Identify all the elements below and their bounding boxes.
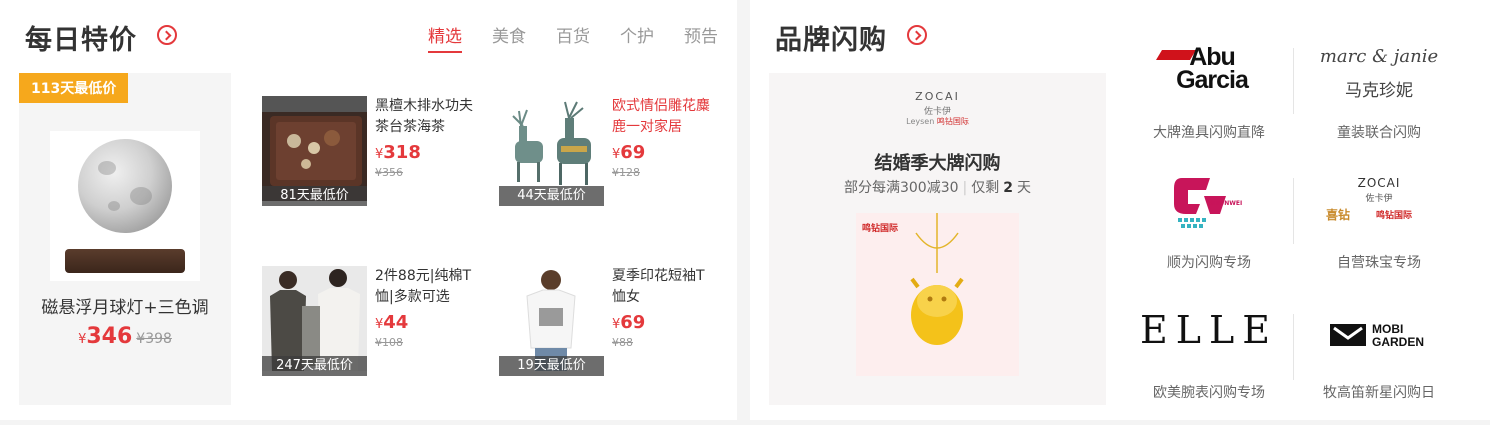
zocai-logo: ZOCAI (915, 90, 960, 103)
lowest-price-badge: 44天最低价 (499, 186, 604, 206)
price-value: 44 (383, 312, 409, 333)
brand-main-image[interactable]: 鸣钻国际 (856, 213, 1019, 376)
product-name[interactable]: 黑檀木排水功夫茶台茶海茶 (375, 96, 473, 138)
brand-cell-mobi-garden[interactable]: MOBI GARDEN 牧高笛新星闪购日 (1304, 306, 1454, 416)
old-price: ¥398 (136, 331, 172, 347)
brand-cell-elle[interactable]: ELLE 欧美腕表闪购专场 (1134, 306, 1284, 416)
marc-janie-logo-text: marc & janie (1319, 46, 1439, 67)
brand-main-title[interactable]: 结婚季大牌闪购 (769, 149, 1106, 175)
brand-main-subtitle: 部分每满300减30 | 仅剩 2 天 (843, 180, 1031, 196)
daily-deals-panel: 每日特价 精选 美食 百货 个护 预告 113天最低价 磁悬浮月球灯+三色调 ¥… (0, 0, 737, 420)
price-value: 69 (620, 312, 646, 333)
abu-garcia-logo-text: Abu Garcia (1176, 43, 1249, 94)
leysen-logo: Leysen (906, 117, 935, 126)
price-value: 69 (620, 142, 646, 163)
featured-product-card[interactable]: 113天最低价 磁悬浮月球灯+三色调 ¥346 ¥398 (19, 73, 231, 405)
product-card[interactable]: 44天最低价 欧式情侣雕花麋鹿一对家居 ¥69 ¥128 (499, 96, 719, 206)
remaining-days: 2 (1003, 180, 1013, 196)
lowest-price-badge: 247天最低价 (262, 356, 367, 376)
shunwei-logo: SHUNWEI (1134, 176, 1284, 242)
product-price: ¥69 (612, 142, 645, 163)
brand-cell-name[interactable]: 自营珠宝专场 (1304, 252, 1454, 272)
featured-product-price: ¥346 ¥398 (19, 324, 231, 349)
product-card[interactable]: 81天最低价 黑檀木排水功夫茶台茶海茶 ¥318 ¥356 (262, 96, 482, 206)
zocai-logo-cn: 佐卡伊 (1365, 194, 1393, 204)
tab-preview[interactable]: 预告 (684, 22, 718, 51)
lowest-price-badge: 19天最低价 (499, 356, 604, 376)
brand-cell-zocai[interactable]: ZOCAI 佐卡伊 喜钻 鸣钻国际 自营珠宝专场 (1304, 176, 1454, 286)
elle-logo: ELLE (1134, 306, 1284, 372)
mobi-garden-logo: MOBI GARDEN (1304, 306, 1454, 372)
tab-selected[interactable]: 精选 (428, 22, 462, 53)
old-price: ¥88 (612, 336, 633, 349)
marc-janie-logo-cn: 马克珍妮 (1345, 81, 1413, 101)
zocai-logo-text: ZOCAI (1357, 176, 1401, 190)
brand-cell-shunwei[interactable]: SHUNWEI 顺为闪购专场 (1134, 176, 1284, 286)
mingzuan-logo: 鸣钻国际 (936, 117, 969, 126)
brand-flash-more-icon[interactable] (907, 25, 927, 45)
daily-deals-tabs: 精选 美食 百货 个护 预告 (428, 22, 718, 53)
mingzuan-logo: 鸣钻国际 (1376, 211, 1413, 221)
brand-cell-name[interactable]: 欧美腕表闪购专场 (1134, 382, 1284, 402)
days-unit: 天 (1017, 180, 1031, 196)
product-card[interactable]: 19天最低价 夏季印花短袖T恤女 ¥69 ¥88 (499, 266, 719, 376)
tab-food[interactable]: 美食 (492, 22, 526, 51)
mobi-garden-logo-text: MOBI GARDEN (1372, 322, 1425, 349)
elle-logo-text: ELLE (1140, 308, 1278, 352)
brand-main-card[interactable]: ZOCAI 佐卡伊 Leysen 鸣钻国际 结婚季大牌闪购 部分每满300减30… (769, 73, 1106, 405)
marc-janie-logo: marc & janie 马克珍妮 (1304, 46, 1454, 112)
lowest-price-badge: 81天最低价 (262, 186, 367, 206)
discount-text: 部分每满300减30 (843, 180, 959, 196)
price-value: 318 (383, 142, 421, 163)
lowest-price-badge: 113天最低价 (19, 73, 129, 103)
shunwei-logo-text: SHUNWEI (1210, 200, 1243, 207)
old-price: ¥108 (375, 336, 403, 349)
daily-deals-more-icon[interactable] (157, 25, 177, 45)
product-price: ¥44 (375, 312, 408, 333)
brand-cell-name[interactable]: 童装联合闪购 (1304, 122, 1454, 142)
product-name[interactable]: 2件88元|纯棉T恤|多款可选 (375, 266, 473, 308)
old-price: ¥128 (612, 166, 640, 179)
partner-logos: Leysen 鸣钻国际 (769, 116, 1106, 127)
brand-flash-title: 品牌闪购 (775, 25, 887, 56)
brand-cell-name[interactable]: 牧高笛新星闪购日 (1304, 382, 1454, 402)
tab-personal-care[interactable]: 个护 (620, 22, 654, 51)
xizuan-logo: 喜钻 (1326, 208, 1351, 222)
product-name[interactable]: 夏季印花短袖T恤女 (612, 266, 710, 308)
product-name[interactable]: 欧式情侣雕花麋鹿一对家居 (612, 96, 710, 138)
brand-cell-abu-garcia[interactable]: Abu Garcia 大牌渔具闪购直降 (1134, 43, 1284, 156)
price-value: 346 (86, 324, 133, 349)
zocai-jewelry-logo: ZOCAI 佐卡伊 喜钻 鸣钻国际 (1304, 176, 1454, 242)
product-card[interactable]: 247天最低价 2件88元|纯棉T恤|多款可选 ¥44 ¥108 (262, 266, 482, 376)
featured-product-image[interactable] (50, 131, 200, 281)
featured-product-name[interactable]: 磁悬浮月球灯+三色调 (19, 293, 231, 318)
product-price: ¥318 (375, 142, 421, 163)
old-price: ¥356 (375, 166, 403, 179)
brand-flash-panel: 品牌闪购 ZOCAI 佐卡伊 Leysen 鸣钻国际 结婚季大牌闪购 部分每满3… (750, 0, 1490, 420)
abu-garcia-logo: Abu Garcia (1134, 43, 1284, 112)
brand-cell-name[interactable]: 顺为闪购专场 (1134, 252, 1284, 272)
daily-deals-title: 每日特价 (25, 25, 137, 56)
remaining-label: 仅剩 (971, 180, 1000, 196)
brand-cell-marc-janie[interactable]: marc & janie 马克珍妮 童装联合闪购 (1304, 46, 1454, 156)
brand-cell-name[interactable]: 大牌渔具闪购直降 (1134, 122, 1284, 142)
product-price: ¥69 (612, 312, 645, 333)
tab-general[interactable]: 百货 (556, 22, 590, 51)
